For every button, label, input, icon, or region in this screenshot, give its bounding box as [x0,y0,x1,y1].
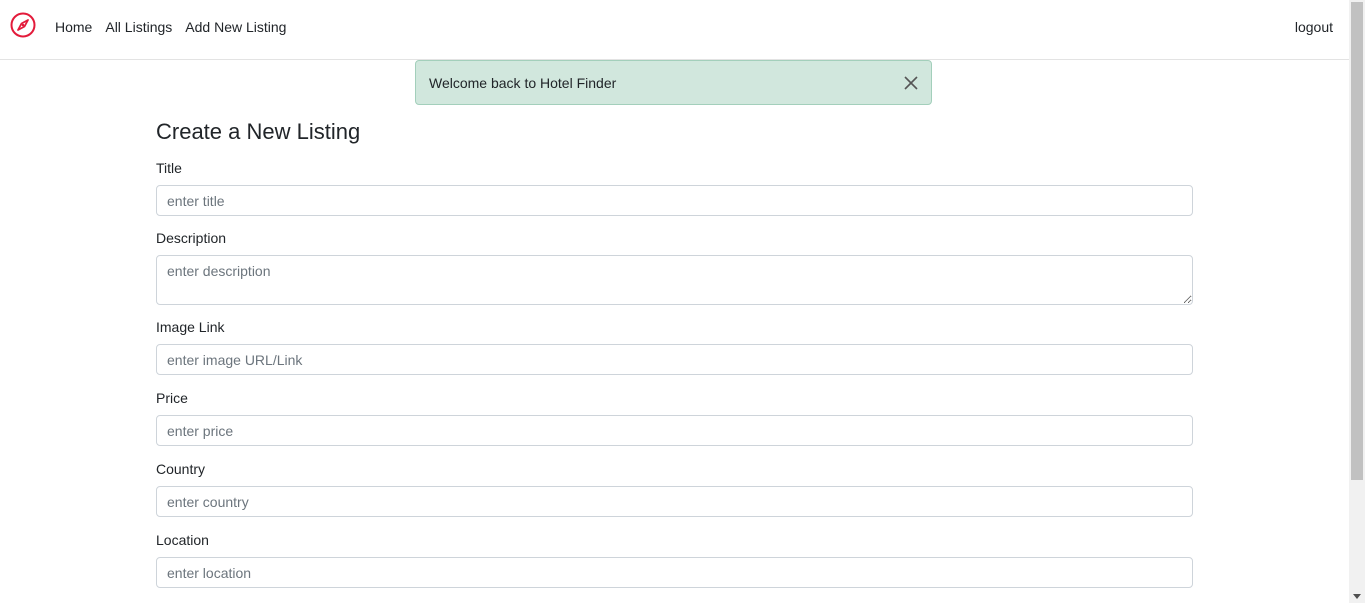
page: Home All Listings Add New Listing logout… [0,0,1365,603]
scroll-down-arrow-icon[interactable] [1353,594,1361,599]
welcome-alert: Welcome back to Hotel Finder [415,60,932,105]
compass-icon[interactable] [10,12,36,38]
scrollbar-thumb[interactable] [1351,2,1363,480]
image-link-input[interactable] [156,344,1193,375]
country-label: Country [156,461,206,477]
description-label: Description [156,230,227,246]
close-icon[interactable] [903,75,919,91]
description-textarea[interactable] [156,255,1193,305]
vertical-scrollbar[interactable] [1349,0,1365,603]
country-input[interactable] [156,486,1193,517]
price-label: Price [156,390,188,406]
alert-message: Welcome back to Hotel Finder [429,75,617,91]
navbar: Home All Listings Add New Listing logout [0,0,1349,60]
nav-link-add-new-listing[interactable]: Add New Listing [185,18,286,36]
location-label: Location [156,532,209,548]
new-listing-form: Create a New Listing Title Description I… [156,118,1193,588]
nav-links: Home All Listings Add New Listing [55,18,286,36]
title-input[interactable] [156,185,1193,216]
title-label: Title [156,160,182,176]
form-heading: Create a New Listing [156,119,361,144]
nav-link-all-listings[interactable]: All Listings [105,18,172,36]
logout-link[interactable]: logout [1295,18,1333,36]
image-link-label: Image Link [156,319,225,335]
location-input[interactable] [156,557,1193,588]
nav-link-home[interactable]: Home [55,18,92,36]
price-input[interactable] [156,415,1193,446]
